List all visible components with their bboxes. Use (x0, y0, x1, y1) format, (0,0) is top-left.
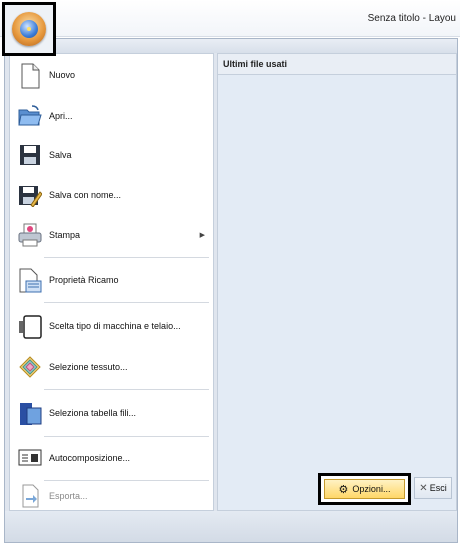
menu-top-strip (5, 39, 457, 53)
menu-item-fabric[interactable]: Selezione tessuto... (10, 348, 213, 386)
menu-item-embroidery-properties[interactable]: Proprietà Ricamo (10, 260, 213, 300)
save-as-icon (18, 183, 43, 208)
app-button-highlight (2, 2, 56, 56)
menu-item-label: Autocomposizione... (49, 453, 131, 463)
menu-separator (44, 302, 209, 303)
thread-chart-icon (18, 401, 42, 425)
export-icon (18, 484, 42, 508)
recent-files-header: Ultimi file usati (218, 54, 456, 75)
menu-item-label: Proprietà Ricamo (49, 275, 119, 285)
exit-icon: ✕ (419, 482, 428, 494)
exit-label: Esci (429, 483, 447, 493)
menu-item-open[interactable]: Apri... (10, 98, 213, 134)
menu-item-label: Nuovo (49, 70, 76, 80)
window-title: Senza titolo - Layou (367, 13, 456, 24)
menu-item-wizard[interactable]: Autocomposizione... (10, 439, 213, 477)
open-folder-icon (18, 104, 42, 128)
exit-button[interactable]: ✕ Esci (414, 477, 452, 499)
save-icon (18, 143, 42, 167)
menu-footer (5, 511, 457, 542)
menu-item-label: Scelta tipo di macchina e telaio... (49, 321, 181, 331)
menu-item-export[interactable]: Esporta... (10, 482, 213, 510)
menu-separator (44, 480, 209, 481)
menu-item-machine-hoop[interactable]: Scelta tipo di macchina e telaio... (10, 306, 213, 346)
application-menu: Nuovo Apri... Salva Salva con nome... St… (4, 38, 458, 543)
menu-item-label: Salva (49, 150, 72, 160)
wizard-icon (18, 446, 42, 470)
app-orb-icon[interactable] (12, 12, 46, 46)
embroidery-properties-icon (18, 268, 42, 293)
hoop-icon (18, 314, 42, 339)
menu-item-print[interactable]: Stampa ▶ (10, 216, 213, 254)
menu-item-label: Salva con nome... (49, 190, 122, 200)
menu-item-label: Stampa (49, 230, 81, 240)
title-bar: Senza titolo - Layou (0, 0, 460, 37)
options-button-highlight: ⚙ Opzioni... (318, 473, 411, 505)
options-label: Opzioni... (352, 484, 391, 494)
menu-item-label: Apri... (49, 111, 73, 121)
recent-files-panel: Ultimi file usati (217, 53, 457, 511)
new-document-icon (18, 63, 42, 89)
options-button[interactable]: ⚙ Opzioni... (324, 479, 405, 499)
menu-item-label: Seleziona tabella fili... (49, 408, 137, 418)
menu-separator (44, 389, 209, 390)
printer-icon (18, 223, 42, 247)
menu-item-label: Esporta... (49, 491, 88, 501)
menu-item-new[interactable]: Nuovo (10, 56, 213, 94)
submenu-arrow-icon: ▶ (199, 232, 205, 239)
menu-commands-panel: Nuovo Apri... Salva Salva con nome... St… (9, 53, 214, 511)
menu-separator (44, 257, 209, 258)
gear-icon: ⚙ (338, 483, 349, 496)
menu-item-label: Selezione tessuto... (49, 362, 128, 372)
menu-item-save-as[interactable]: Salva con nome... (10, 176, 213, 214)
menu-separator (44, 436, 209, 437)
menu-item-save[interactable]: Salva (10, 136, 213, 174)
menu-item-thread-chart[interactable]: Seleziona tabella fili... (10, 392, 213, 434)
fabric-icon (18, 355, 42, 379)
